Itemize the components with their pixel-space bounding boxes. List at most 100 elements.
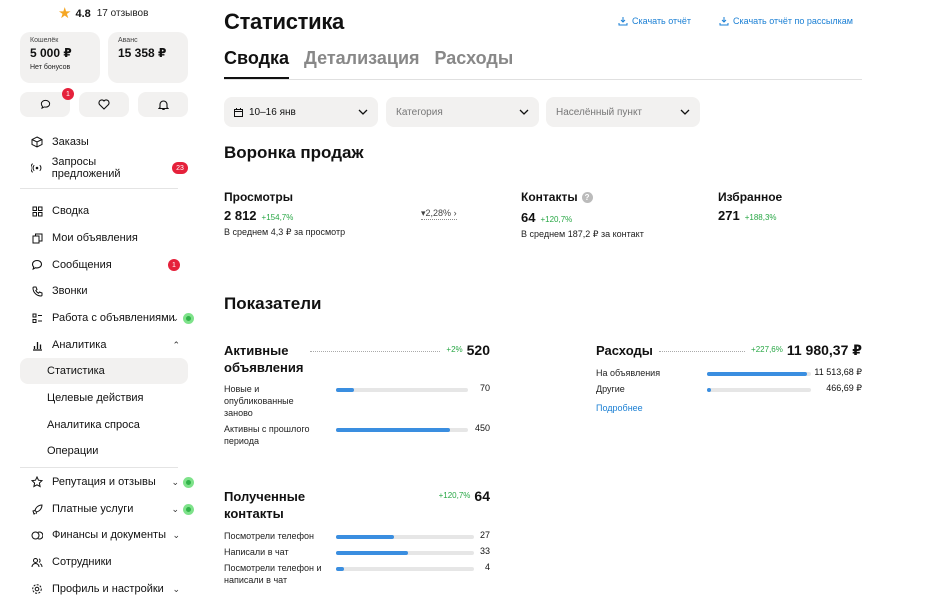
- messages-badge: 1: [62, 88, 74, 100]
- advance-card[interactable]: Аванс 15 358 ₽: [108, 32, 188, 83]
- active-ads-delta: +2%: [446, 345, 463, 354]
- sidebar-item-ads-work[interactable]: Работа с объявлениями ⌄: [20, 305, 194, 331]
- bell-icon: [157, 99, 169, 110]
- copy-icon: [30, 231, 44, 245]
- messages-nav-badge: 1: [168, 259, 180, 271]
- notifications-button[interactable]: [138, 92, 188, 117]
- sidebar-item-summary[interactable]: Сводка: [20, 198, 188, 224]
- conversion-value: 2,28%: [425, 208, 452, 218]
- reviews-link[interactable]: 17 отзывов: [97, 8, 149, 19]
- city-placeholder: Населённый пункт: [556, 106, 643, 118]
- download-report-link[interactable]: Скачать отчёт: [618, 16, 691, 26]
- expenses-delta: +227,6%: [751, 345, 783, 354]
- chevron-right-icon: ›: [453, 208, 457, 218]
- bar-fill: [336, 388, 354, 392]
- tab-details[interactable]: Детализация: [304, 48, 420, 79]
- bar-value: 27: [479, 530, 490, 540]
- sidebar-item-label: Аналитика спроса: [47, 419, 140, 431]
- sidebar-item-operations[interactable]: Операции: [20, 438, 188, 464]
- box-icon: [30, 135, 44, 149]
- broadcast-icon: [30, 161, 44, 175]
- bar-fill: [336, 567, 345, 571]
- sidebar-item-label: Мои объявления: [52, 232, 138, 244]
- sidebar-item-label: Целевые действия: [47, 392, 144, 404]
- bar-label: Новые и опубликованные заново: [224, 383, 324, 419]
- sidebar-item-statistics[interactable]: Статистика: [20, 358, 188, 384]
- sidebar-item-label: Профиль и настройки: [52, 583, 164, 595]
- expenses-title: Расходы: [596, 343, 653, 358]
- favorites-button[interactable]: [79, 92, 129, 117]
- star-outline-icon: [30, 475, 44, 489]
- sidebar-item-requests[interactable]: Запросы предложений 23: [20, 155, 188, 181]
- chevron-down-icon: [519, 109, 529, 115]
- sidebar-item-messages[interactable]: Сообщения 1: [20, 252, 188, 278]
- sidebar-item-label: Сводка: [52, 205, 90, 217]
- bar-label-text: Активны с прошлого периода: [224, 424, 310, 446]
- status-dot: [183, 312, 194, 324]
- sidebar-item-label: Операции: [47, 445, 99, 457]
- received-contacts-value: 64: [474, 488, 490, 504]
- date-filter[interactable]: 10–16 янв: [224, 97, 378, 127]
- sidebar-item-reputation[interactable]: Репутация и отзывы ⌄: [20, 469, 194, 495]
- grid-icon: [30, 204, 44, 218]
- bar-label-text: Посмотрели телефон: [224, 531, 314, 541]
- category-select[interactable]: Категория: [386, 97, 539, 127]
- sidebar-item-calls[interactable]: Звонки: [20, 278, 188, 304]
- chevron-down-icon: [358, 109, 368, 115]
- views-value-row: 2 812 +154,7%: [224, 208, 293, 223]
- chevron-up-icon: ⌃: [172, 339, 180, 350]
- city-select[interactable]: Населённый пункт: [546, 97, 700, 127]
- chevron-down-icon: [680, 109, 690, 115]
- download-mailing-link[interactable]: Скачать отчёт по рассылкам: [719, 16, 853, 26]
- received-contacts-title: Полученные контакты: [224, 489, 306, 521]
- contacts-sub: В среднем 187,2 ₽ за контакт: [521, 229, 644, 239]
- phone-icon: [30, 284, 44, 298]
- sidebar-item-my-ads[interactable]: Мои объявления: [20, 225, 188, 251]
- more-details-link[interactable]: Подробнее: [596, 403, 643, 413]
- tab-expenses[interactable]: Расходы: [435, 48, 514, 79]
- bar-fill: [336, 551, 408, 555]
- sidebar-item-paid-services[interactable]: Платные услуги ⌄: [20, 496, 194, 522]
- chevron-down-icon: ⌄: [171, 476, 179, 487]
- sidebar-item-finance[interactable]: Финансы и документы ⌄: [20, 522, 188, 548]
- sidebar-item-right: ⌄: [171, 312, 194, 324]
- tabs-divider: [224, 79, 862, 80]
- sidebar-divider: [20, 188, 178, 189]
- bar-label: Написали в чат: [224, 546, 332, 558]
- advance-label: Аванс: [118, 37, 138, 44]
- wallet-card[interactable]: Кошелёк 5 000 ₽ Нет бонусов: [20, 32, 100, 83]
- app-root: ★ 4.8 17 отзывов Кошелёк 5 000 ₽ Нет бон…: [0, 0, 935, 614]
- wallet-label: Кошелёк: [30, 37, 59, 44]
- sidebar-item-employees[interactable]: Сотрудники: [20, 549, 188, 575]
- favorites-delta: +188,3%: [744, 213, 777, 222]
- bar-fill: [336, 535, 394, 539]
- bar-fill: [707, 388, 712, 392]
- sidebar-item-profile[interactable]: Профиль и настройки ⌄: [20, 576, 188, 602]
- tab-summary[interactable]: Сводка: [224, 48, 290, 79]
- sidebar-item-label: Заказы: [52, 136, 89, 148]
- sidebar-item-label: Сотрудники: [52, 556, 112, 568]
- conversion-link[interactable]: ▾2,28% ›: [421, 208, 457, 220]
- bar-label-text: Посмотрели телефон и написали в чат: [224, 563, 322, 585]
- sidebar-item-demand[interactable]: Аналитика спроса: [20, 412, 188, 438]
- sidebar-item-target-actions[interactable]: Целевые действия: [20, 385, 188, 411]
- favorites-value: 271: [718, 208, 740, 223]
- sidebar-item-orders[interactable]: Заказы: [20, 129, 188, 155]
- help-icon[interactable]: ?: [581, 192, 593, 204]
- sidebar-item-analytics[interactable]: Аналитика ⌃: [20, 332, 188, 358]
- chevron-down-icon: ⌄: [171, 312, 179, 323]
- bar-label: Посмотрели телефон: [224, 530, 332, 542]
- rating-value: 4.8: [75, 7, 91, 20]
- coins-icon: [30, 528, 44, 542]
- wallet-amount: 5 000 ₽: [30, 46, 72, 60]
- messages-button[interactable]: 1: [20, 88, 74, 117]
- category-placeholder: Категория: [396, 106, 443, 118]
- active-ads-title: Активные объявления: [224, 343, 304, 375]
- chat-icon: [30, 258, 44, 272]
- expenses-header: Расходы +227,6% 11 980,37 ₽: [596, 342, 862, 359]
- sidebar-item-label: Сообщения: [52, 259, 112, 271]
- chat-bubble-icon: [40, 99, 50, 110]
- bar-label: Активны с прошлого периода: [224, 423, 324, 447]
- sidebar-item-right: ⌄: [171, 476, 194, 488]
- expenses-value: 11 980,37 ₽: [786, 342, 862, 358]
